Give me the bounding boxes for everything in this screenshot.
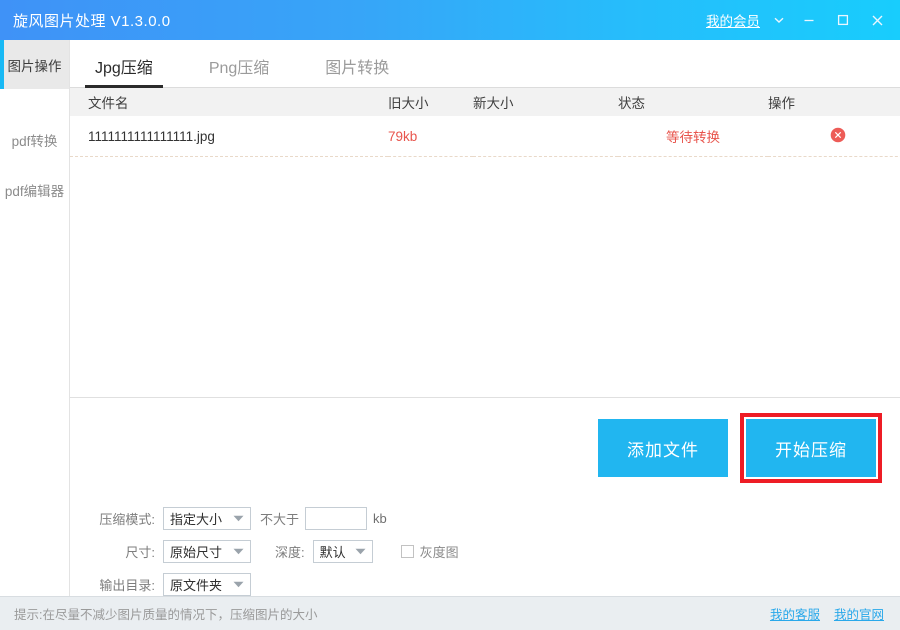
tab-png-compress[interactable]: Png压缩 <box>199 54 279 87</box>
customer-service-link[interactable]: 我的客服 <box>770 604 820 623</box>
delete-circle-icon[interactable] <box>830 127 846 146</box>
options-panel: 压缩模式: 指定大小 不大于 kb 尺寸: 原始尺寸 <box>70 502 900 601</box>
tab-image-convert[interactable]: 图片转换 <box>315 54 399 87</box>
main-content: Jpg压缩 Png压缩 图片转换 文件名 旧大小 新大小 状态 操作 <box>70 40 900 596</box>
tab-bar: Jpg压缩 Png压缩 图片转换 <box>70 40 900 88</box>
column-header-filename: 文件名 <box>70 88 388 116</box>
file-table: 文件名 旧大小 新大小 状态 操作 1111111111111111.jpg 7… <box>70 88 900 157</box>
checkbox-box-icon <box>401 545 414 558</box>
hint-text: 提示:在尽量不减少图片质量的情况下，压缩图片的大小 <box>14 604 317 623</box>
depth-select[interactable]: 默认 <box>313 540 373 563</box>
column-header-new-size: 新大小 <box>473 88 618 116</box>
depth-value: 默认 <box>320 542 346 561</box>
option-row-dimension: 尺寸: 原始尺寸 深度: 默认 灰度图 <box>70 535 900 568</box>
chevron-down-icon <box>351 548 366 555</box>
chevron-down-icon <box>223 548 244 555</box>
output-directory-label: 输出目录: <box>82 575 155 594</box>
official-website-link[interactable]: 我的官网 <box>834 604 884 623</box>
dimension-select[interactable]: 原始尺寸 <box>163 540 251 563</box>
cell-filename: 1111111111111111.jpg <box>70 116 388 157</box>
depth-label: 深度: <box>275 542 305 561</box>
window-controls: 我的会员 <box>706 0 900 40</box>
file-list: 文件名 旧大小 新大小 状态 操作 1111111111111111.jpg 7… <box>70 88 900 388</box>
cell-new-size <box>473 116 618 157</box>
tab-jpg-compress[interactable]: Jpg压缩 <box>85 54 163 87</box>
grayscale-label: 灰度图 <box>420 542 459 561</box>
option-row-mode: 压缩模式: 指定大小 不大于 kb <box>70 502 900 535</box>
output-directory-select[interactable]: 原文件夹 <box>163 573 251 596</box>
cell-action <box>768 116 900 157</box>
title-bar: 旋风图片处理 V1.3.0.0 我的会员 <box>0 0 900 40</box>
column-header-action: 操作 <box>768 88 900 116</box>
start-compress-button[interactable]: 开始压缩 <box>746 419 876 477</box>
close-button[interactable] <box>860 0 894 40</box>
size-unit-label: kb <box>373 511 387 526</box>
tab-label: Png压缩 <box>209 60 269 77</box>
sidebar-item-label: pdf转换 <box>12 130 58 150</box>
cell-old-size: 79kb <box>388 116 473 157</box>
column-header-old-size: 旧大小 <box>388 88 473 116</box>
tab-label: Jpg压缩 <box>95 60 153 77</box>
chevron-down-icon[interactable] <box>766 0 792 40</box>
cell-status: 等待转换 <box>618 116 768 157</box>
table-header-row: 文件名 旧大小 新大小 状态 操作 <box>70 88 900 116</box>
application-window: 旋风图片处理 V1.3.0.0 我的会员 图片操作 pdf转换 pdf编辑器 <box>0 0 900 630</box>
compression-mode-value: 指定大小 <box>170 509 222 528</box>
sidebar-item-image-operations[interactable]: 图片操作 <box>0 40 69 89</box>
footer-links: 我的客服 我的官网 <box>770 604 884 623</box>
grayscale-checkbox[interactable]: 灰度图 <box>401 542 459 561</box>
sidebar: 图片操作 pdf转换 pdf编辑器 <box>0 40 70 596</box>
dimension-label: 尺寸: <box>82 542 155 561</box>
sidebar-item-pdf-editor[interactable]: pdf编辑器 <box>0 165 69 214</box>
column-header-status: 状态 <box>618 88 768 116</box>
not-greater-than-label: 不大于 <box>260 509 299 528</box>
start-compress-highlight: 开始压缩 <box>740 413 882 483</box>
maximize-button[interactable] <box>826 0 860 40</box>
my-member-link[interactable]: 我的会员 <box>706 10 760 30</box>
tab-label: 图片转换 <box>325 60 389 77</box>
sidebar-item-label: 图片操作 <box>8 55 62 75</box>
sidebar-item-pdf-convert[interactable]: pdf转换 <box>0 115 69 164</box>
compression-mode-label: 压缩模式: <box>82 509 155 528</box>
minimize-button[interactable] <box>792 0 826 40</box>
chevron-down-icon <box>223 581 244 588</box>
max-size-input[interactable] <box>305 507 367 530</box>
compression-mode-select[interactable]: 指定大小 <box>163 507 251 530</box>
table-row[interactable]: 1111111111111111.jpg 79kb 等待转换 <box>70 116 900 157</box>
dimension-value: 原始尺寸 <box>170 542 222 561</box>
action-button-row: 添加文件 开始压缩 <box>70 398 900 498</box>
sidebar-item-label: pdf编辑器 <box>5 180 64 200</box>
chevron-down-icon <box>223 515 244 522</box>
output-directory-value: 原文件夹 <box>170 575 222 594</box>
app-title: 旋风图片处理 V1.3.0.0 <box>13 10 171 31</box>
add-file-button[interactable]: 添加文件 <box>598 419 728 477</box>
status-bar: 提示:在尽量不减少图片质量的情况下，压缩图片的大小 我的客服 我的官网 <box>0 596 900 630</box>
